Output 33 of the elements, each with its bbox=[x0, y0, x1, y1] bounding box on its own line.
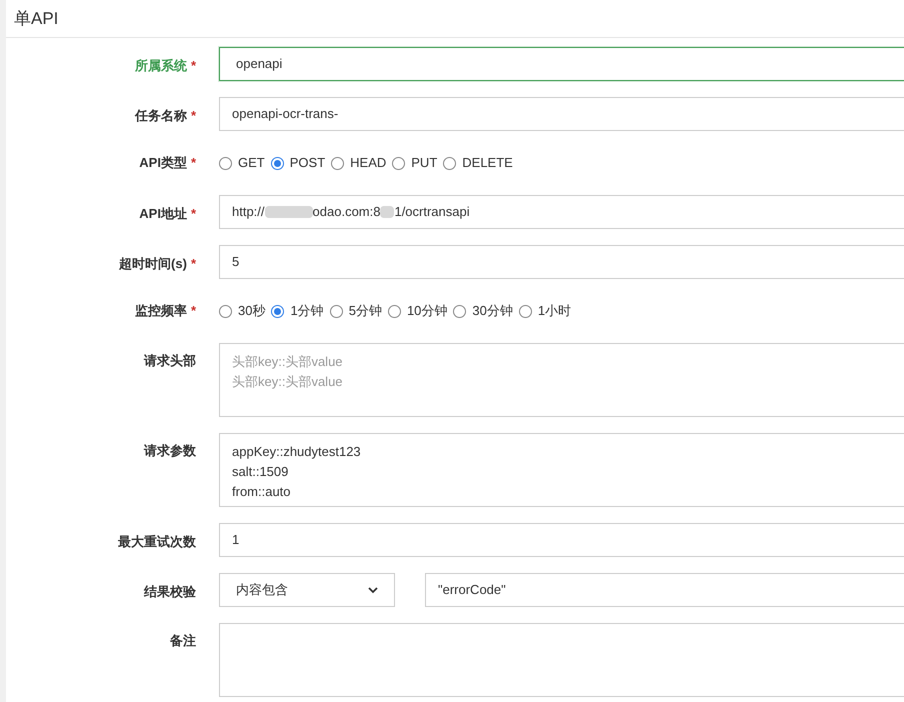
radio-option[interactable]: GET bbox=[219, 153, 265, 173]
field-label: 任务名称 * bbox=[134, 107, 196, 125]
radio-option[interactable]: 10分钟 bbox=[388, 301, 448, 321]
field-label: API地址 * bbox=[139, 205, 196, 223]
radio-option[interactable]: 30秒 bbox=[219, 301, 266, 321]
radio-option[interactable]: 1小时 bbox=[518, 301, 572, 321]
field-label: 所属系统 * bbox=[134, 57, 196, 75]
field-label: API类型 * bbox=[139, 154, 196, 172]
chevron-down-icon bbox=[368, 586, 378, 594]
select-dropdown[interactable]: 内容包含 bbox=[219, 573, 395, 607]
radio-option[interactable]: 30分钟 bbox=[453, 301, 513, 321]
input-field[interactable]: 1 bbox=[219, 523, 904, 557]
field-label: 请求头部 bbox=[144, 352, 196, 370]
field-label: 监控频率 * bbox=[134, 302, 196, 320]
field-label: 请求参数 bbox=[144, 442, 196, 460]
radio-option[interactable]: PUT bbox=[392, 153, 438, 173]
field-label: 最大重试次数 bbox=[118, 533, 196, 551]
input-field[interactable]: http:// odao.com:8 1/ocrtransapi bbox=[219, 195, 904, 229]
input-field[interactable]: openapi-ocr-trans- bbox=[219, 97, 904, 131]
radio-option[interactable]: HEAD bbox=[331, 153, 386, 173]
radio-option[interactable]: POST bbox=[270, 153, 326, 173]
radio-option[interactable]: DELETE bbox=[443, 153, 513, 173]
input-field[interactable]: "errorCode" bbox=[425, 573, 904, 607]
input-field[interactable]: openapi bbox=[219, 47, 904, 81]
radio-option[interactable]: 5分钟 bbox=[330, 301, 382, 321]
text-area[interactable] bbox=[219, 623, 904, 697]
field-label: 备注 bbox=[170, 632, 196, 650]
text-area[interactable]: appKey::zhudytest123 salt::1509 from::auto bbox=[219, 433, 904, 507]
page-title: 单API bbox=[14, 8, 58, 30]
input-field[interactable]: 5 bbox=[219, 245, 904, 279]
field-label: 超时时间(s) * bbox=[119, 255, 196, 273]
field-label: 结果校验 bbox=[144, 583, 196, 601]
radio-option[interactable]: 1分钟 bbox=[271, 301, 324, 321]
